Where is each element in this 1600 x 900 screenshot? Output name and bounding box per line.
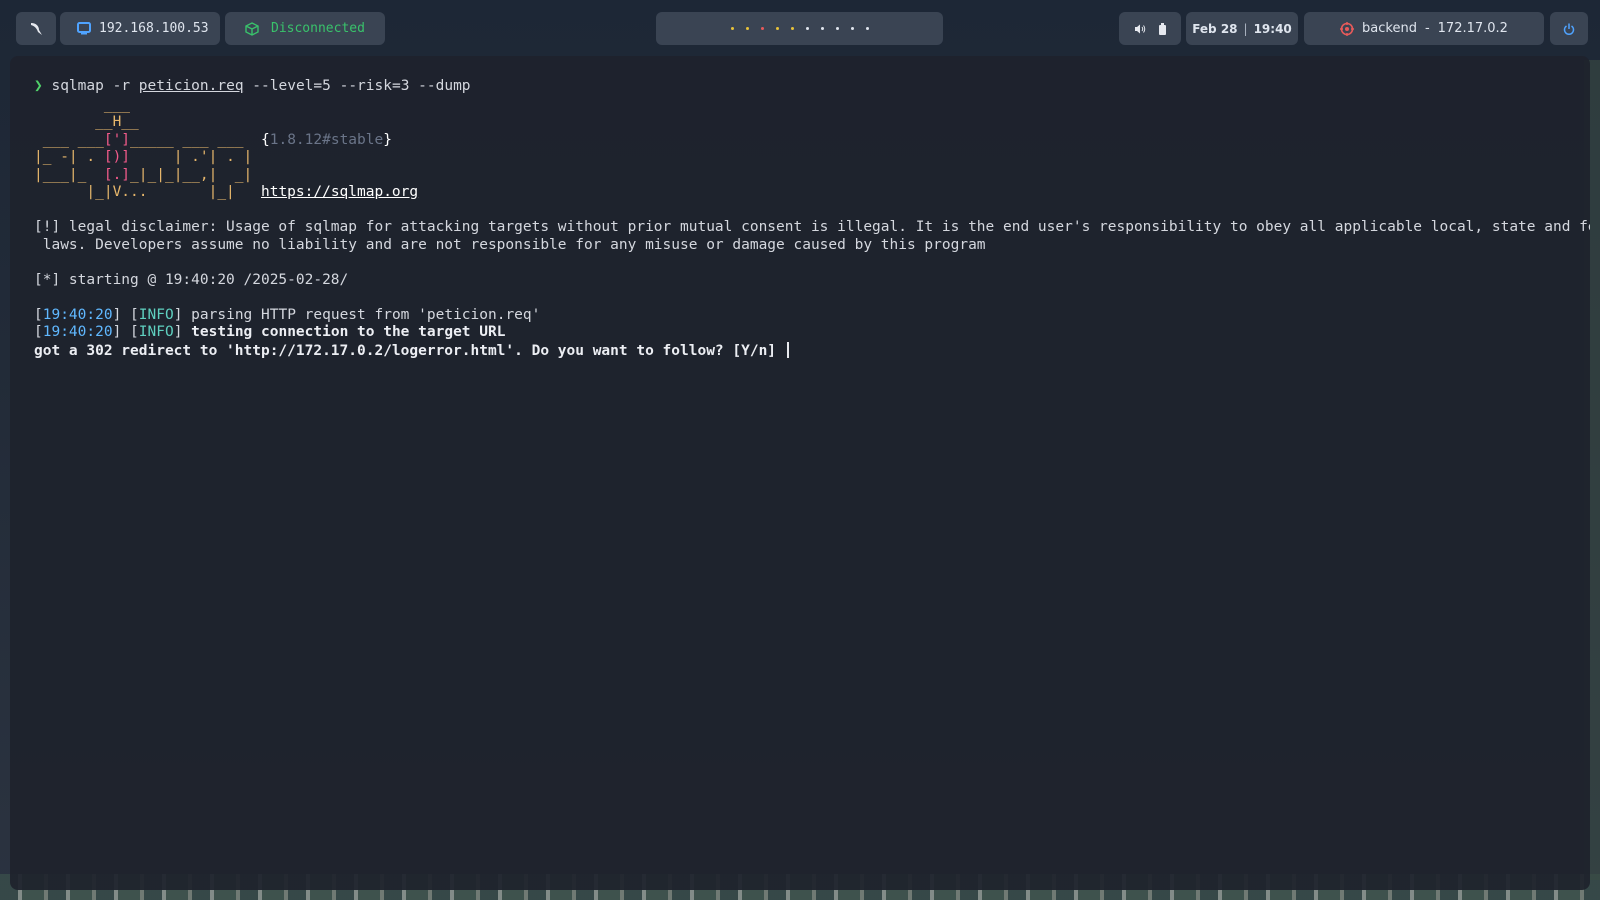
text-cursor	[786, 341, 789, 358]
log-message: testing connection to the target URL	[191, 324, 506, 340]
log-timestamp: 19:40:20	[42, 306, 113, 323]
target-widget[interactable]: backend - 172.17.0.2	[1304, 12, 1544, 45]
target-icon	[1340, 21, 1355, 36]
workspace-switcher[interactable]	[656, 12, 943, 45]
top-bar: 192.168.100.53 Disconnected Feb 28 | 19:…	[0, 12, 1600, 46]
workspace-dot[interactable]	[850, 27, 854, 30]
clock-widget[interactable]: Feb 28 | 19:40	[1186, 12, 1298, 45]
command-name: sqlmap	[51, 78, 104, 94]
log-level: INFO	[138, 324, 174, 340]
starting-line: [*] starting @ 19:40:20 /2025-02-28/	[34, 271, 349, 288]
monitor-icon	[77, 22, 91, 35]
target-ip: 172.17.0.2	[1437, 21, 1508, 36]
cube-icon	[245, 21, 259, 36]
banner-line: |_|V... |_| https://sqlmap.org	[34, 184, 419, 200]
workspace-dot[interactable]	[745, 27, 749, 30]
local-ip-widget[interactable]: 192.168.100.53	[60, 12, 220, 45]
kali-dragon-icon	[28, 21, 44, 37]
log-message: parsing HTTP request from 'peticion.req'	[191, 306, 541, 323]
clock-separator: |	[1243, 21, 1248, 36]
target-name: backend	[1362, 21, 1417, 36]
power-button[interactable]	[1550, 12, 1588, 45]
power-icon	[1563, 23, 1575, 35]
banner-line: |_ -| . [)] | .'| . |	[34, 149, 253, 165]
sqlmap-url-link[interactable]: https://sqlmap.org	[261, 184, 418, 200]
prompt-symbol: ❯	[34, 78, 43, 94]
version-text: 1.8.12#stable	[269, 131, 384, 148]
workspace-dot[interactable]	[790, 27, 794, 30]
workspace-dot[interactable]	[820, 27, 824, 30]
command-line: ❯ sqlmap -r peticion.req --level=5 --ris…	[34, 78, 1566, 96]
local-ip-text: 192.168.100.53	[99, 21, 209, 36]
system-tray[interactable]	[1119, 12, 1181, 45]
workspace-dot[interactable]	[805, 27, 809, 30]
volume-icon[interactable]	[1134, 23, 1146, 35]
redirect-question: got a 302 redirect to 'http://172.17.0.2…	[34, 341, 1566, 360]
disclaimer-line-2: laws. Developers assume no liability and…	[34, 236, 986, 253]
time-text: 19:40	[1253, 21, 1292, 36]
banner-line: |___|_ [.]_|_|_|__,| _|	[34, 166, 253, 183]
battery-icon[interactable]	[1158, 22, 1167, 35]
vpn-status-text: Disconnected	[271, 21, 365, 36]
app-menu-button[interactable]	[16, 12, 56, 45]
workspace-dot[interactable]	[835, 27, 839, 30]
date-text: Feb 28	[1192, 21, 1238, 36]
banner-line: __H__	[34, 114, 139, 130]
redirect-question-text: got a 302 redirect to 'http://172.17.0.2…	[34, 342, 777, 359]
workspace-dot[interactable]	[865, 27, 869, 30]
terminal-window[interactable]: ❯ sqlmap -r peticion.req --level=5 --ris…	[10, 56, 1590, 890]
log-line: [19:40:20] [INFO] parsing HTTP request f…	[34, 306, 541, 323]
log-line: [19:40:20] [INFO] testing connection to …	[34, 324, 506, 340]
banner-line: ___ ___[']_____ ___ ___ {1.8.12#stable}	[34, 131, 392, 148]
workspace-dot[interactable]	[730, 27, 734, 30]
log-level: INFO	[138, 306, 174, 323]
sqlmap-banner: ___ __H__ ___ ___[']_____ ___ ___ {1.8.1…	[34, 97, 1566, 202]
workspace-dot[interactable]	[760, 27, 764, 30]
command-file[interactable]: peticion.req	[139, 78, 244, 94]
target-separator: -	[1424, 21, 1430, 36]
command-options: --level=5 --risk=3 --dump	[252, 78, 471, 94]
disclaimer-line-1: [!] legal disclaimer: Usage of sqlmap fo…	[34, 219, 1590, 235]
banner-line: ___	[34, 96, 131, 113]
log-timestamp: 19:40:20	[42, 324, 113, 340]
vpn-status-widget[interactable]: Disconnected	[225, 12, 385, 45]
command-flag: -r	[112, 78, 131, 94]
workspace-dot[interactable]	[775, 27, 779, 30]
